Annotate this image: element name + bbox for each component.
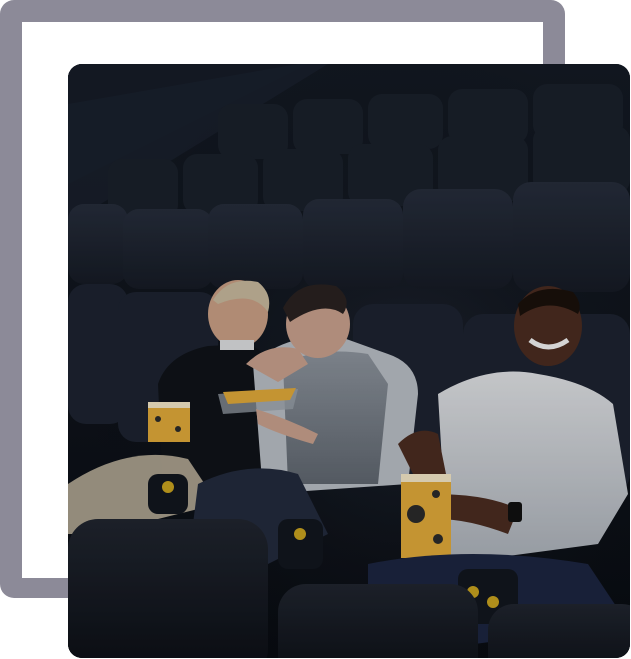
cinema-illustration [68,64,630,658]
image-card [0,0,631,659]
cinema-photo [68,64,630,658]
